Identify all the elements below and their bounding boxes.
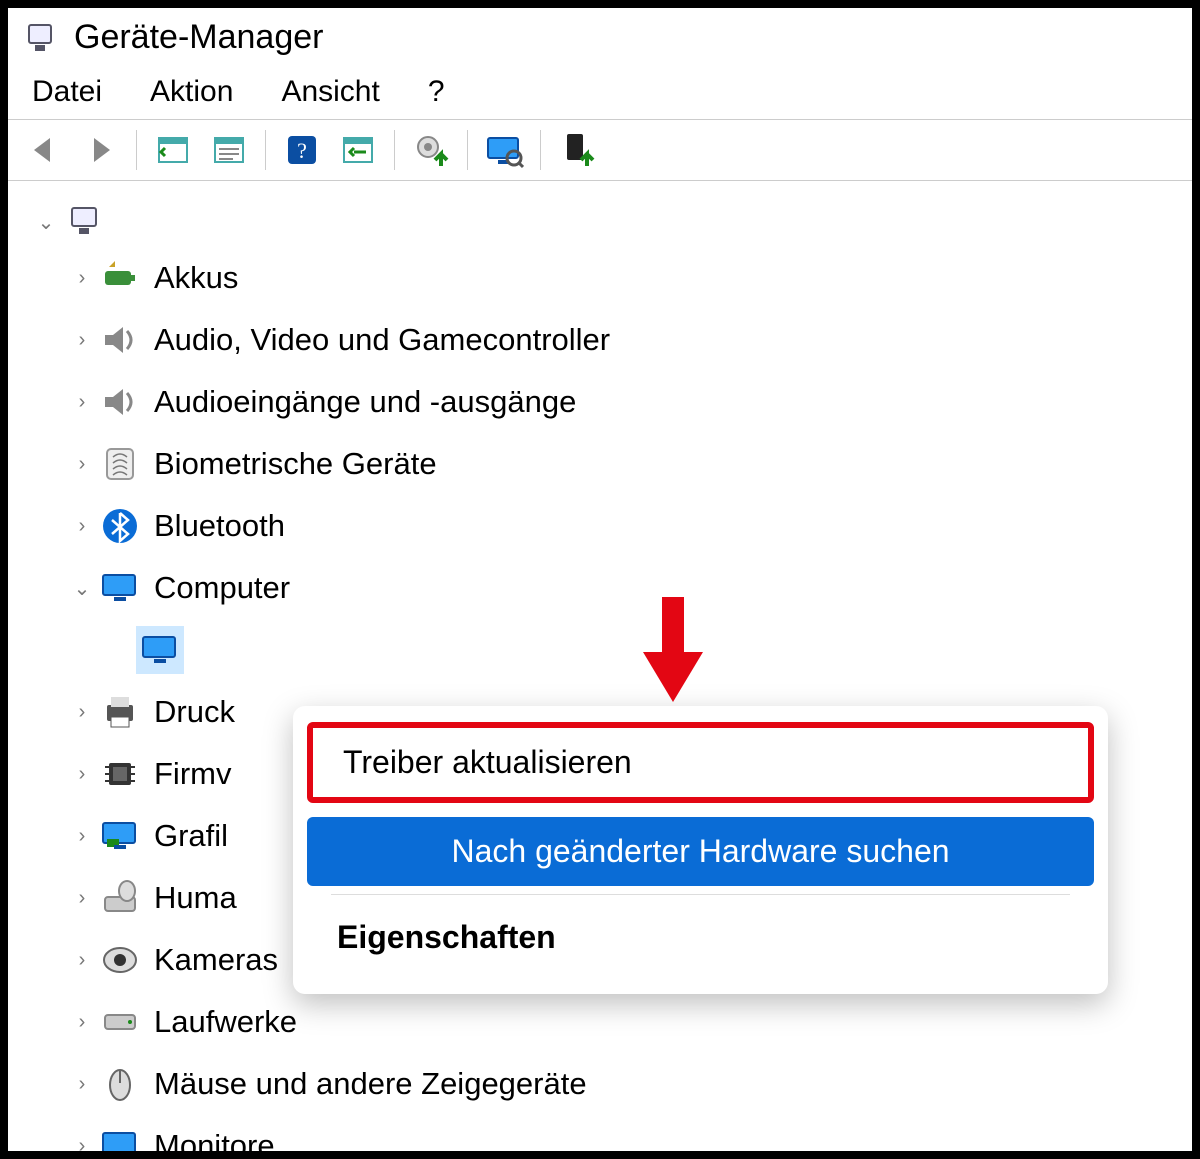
forward-button[interactable]	[76, 126, 124, 174]
camera-icon	[96, 936, 144, 984]
tree-item-computer[interactable]: ⌄ Computer	[26, 557, 1184, 619]
chevron-right-icon[interactable]: ›	[68, 453, 96, 476]
tree-item-bluetooth[interactable]: › Bluetooth	[26, 495, 1184, 557]
uninstall-device-toolbar-button[interactable]	[553, 126, 601, 174]
show-hide-console-button[interactable]	[149, 126, 197, 174]
battery-icon	[96, 254, 144, 302]
monitor-icon	[136, 626, 184, 674]
tree-item-computer-child[interactable]	[26, 619, 1184, 681]
chevron-right-icon[interactable]: ›	[68, 825, 96, 848]
chevron-right-icon[interactable]: ›	[68, 887, 96, 910]
context-menu-properties[interactable]: Eigenschaften	[307, 903, 1094, 972]
properties-toolbar-button[interactable]	[205, 126, 253, 174]
context-menu-scan-hardware[interactable]: Nach geänderter Hardware suchen	[307, 817, 1094, 886]
tree-item-audio-video-game[interactable]: › Audio, Video und Gamecontroller	[26, 309, 1184, 371]
context-menu-update-driver[interactable]: Treiber aktualisieren	[307, 722, 1094, 803]
toolbar-separator	[394, 130, 395, 170]
context-menu-label: Nach geänderter Hardware suchen	[451, 833, 949, 869]
chevron-right-icon[interactable]: ›	[68, 267, 96, 290]
titlebar: Geräte-Manager	[8, 8, 1192, 63]
annotation-arrow-icon	[638, 597, 708, 707]
drive-icon	[96, 998, 144, 1046]
tree-item-drives[interactable]: › Laufwerke	[26, 991, 1184, 1053]
chevron-right-icon[interactable]: ›	[68, 701, 96, 724]
chevron-right-icon[interactable]: ›	[68, 391, 96, 414]
chevron-right-icon[interactable]: ›	[68, 515, 96, 538]
context-menu: Treiber aktualisieren Nach geänderter Ha…	[293, 706, 1108, 994]
chevron-right-icon[interactable]: ›	[68, 763, 96, 786]
mouse-icon	[96, 1060, 144, 1108]
tree-item-audio-io[interactable]: › Audioeingänge und -ausgänge	[26, 371, 1184, 433]
scan-hardware-toolbar-button[interactable]	[334, 126, 382, 174]
tree-root[interactable]: ⌄	[26, 197, 1184, 247]
context-menu-separator	[331, 894, 1070, 895]
menu-action[interactable]: Aktion	[150, 75, 233, 109]
chevron-right-icon[interactable]: ›	[68, 1011, 96, 1034]
tree-item-mice[interactable]: › Mäuse und andere Zeigegeräte	[26, 1053, 1184, 1115]
menu-view[interactable]: Ansicht	[281, 75, 379, 109]
computer-icon	[60, 198, 108, 246]
chevron-down-icon[interactable]: ⌄	[68, 576, 96, 601]
monitor-icon	[96, 564, 144, 612]
help-toolbar-button[interactable]: ?	[278, 126, 326, 174]
window-title: Geräte-Manager	[74, 18, 323, 57]
svg-text:?: ?	[297, 138, 307, 163]
menubar: Datei Aktion Ansicht ?	[8, 63, 1192, 119]
update-driver-toolbar-button[interactable]	[407, 126, 455, 174]
hid-icon	[96, 874, 144, 922]
tree-item-batteries[interactable]: › Akkus	[26, 247, 1184, 309]
printer-icon	[96, 688, 144, 736]
device-tree[interactable]: ⌄ › Akkus › Audio, Video und Gamecontrol…	[8, 181, 1192, 1151]
fingerprint-icon	[96, 440, 144, 488]
toolbar-separator	[467, 130, 468, 170]
chevron-right-icon[interactable]: ›	[68, 329, 96, 352]
toolbar-separator	[540, 130, 541, 170]
chevron-right-icon[interactable]: ›	[68, 949, 96, 972]
scan-monitor-toolbar-button[interactable]	[480, 126, 528, 174]
tree-item-monitors[interactable]: › Monitore	[26, 1115, 1184, 1151]
toolbar: ?	[8, 119, 1192, 181]
menu-help[interactable]: ?	[428, 75, 445, 109]
chevron-right-icon[interactable]: ›	[68, 1135, 96, 1152]
tree-item-biometric[interactable]: › Biometrische Geräte	[26, 433, 1184, 495]
toolbar-separator	[265, 130, 266, 170]
context-menu-label: Treiber aktualisieren	[343, 744, 632, 780]
bluetooth-icon	[96, 502, 144, 550]
back-button[interactable]	[20, 126, 68, 174]
device-manager-window: Geräte-Manager Datei Aktion Ansicht ?	[0, 0, 1200, 1159]
monitor-icon	[96, 1122, 144, 1151]
gpu-icon	[96, 812, 144, 860]
chevron-down-icon[interactable]: ⌄	[32, 210, 60, 235]
menu-file[interactable]: Datei	[32, 75, 102, 109]
speaker-icon	[96, 378, 144, 426]
chip-icon	[96, 750, 144, 798]
device-manager-icon	[22, 20, 58, 56]
chevron-right-icon[interactable]: ›	[68, 1073, 96, 1096]
speaker-icon	[96, 316, 144, 364]
toolbar-separator	[136, 130, 137, 170]
context-menu-label: Eigenschaften	[337, 919, 556, 955]
